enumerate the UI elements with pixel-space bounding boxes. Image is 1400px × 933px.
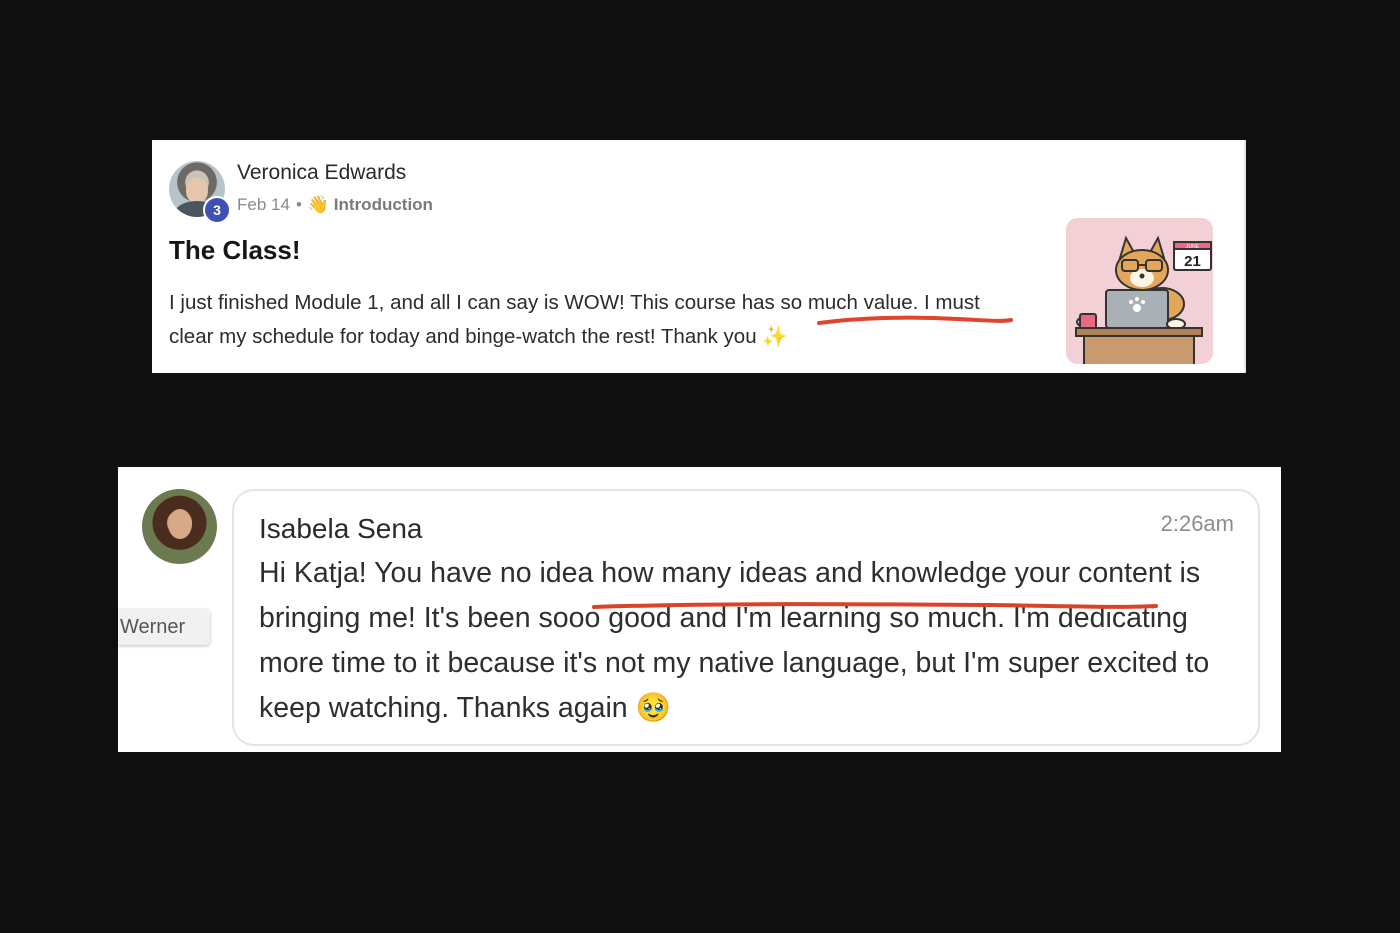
comment-timestamp: 2:26am — [1160, 511, 1234, 536]
category-link[interactable]: 👋 Introduction — [308, 195, 433, 215]
comment-bubble: Isabela Sena 2:26am Hi Katja! You have n… — [232, 489, 1260, 746]
highlight-underline — [592, 602, 1158, 609]
category-label: Introduction — [333, 195, 433, 214]
post-meta: Feb 14 • 👋 Introduction — [237, 195, 433, 215]
post-title[interactable]: The Class! — [169, 235, 301, 266]
post-card: 3 Veronica Edwards Feb 14 • 👋 Introducti… — [152, 140, 1246, 373]
corgi-at-laptop-icon: JUNE 21 — [1066, 218, 1213, 364]
meta-separator: • — [295, 195, 302, 214]
commenter-name[interactable]: Isabela Sena — [259, 513, 422, 545]
level-badge: 3 — [203, 196, 231, 224]
comment-body: Hi Katja! You have no idea how many idea… — [259, 557, 1210, 724]
commenter-avatar[interactable] — [142, 489, 217, 564]
highlight-underline — [817, 315, 1013, 325]
post-date[interactable]: Feb 14 — [237, 195, 290, 215]
post-author-name[interactable]: Veronica Edwards — [237, 161, 406, 185]
post-thumbnail[interactable]: JUNE 21 — [1066, 218, 1213, 364]
calendar-day: 21 — [1184, 253, 1201, 270]
waving-hand-icon: 👋 — [307, 195, 330, 214]
calendar-month: JUNE — [1186, 244, 1200, 250]
comment-card: Werner Isabela Sena 2:26am Hi Katja! You… — [118, 467, 1281, 752]
mention-chip[interactable]: Werner — [118, 609, 210, 645]
